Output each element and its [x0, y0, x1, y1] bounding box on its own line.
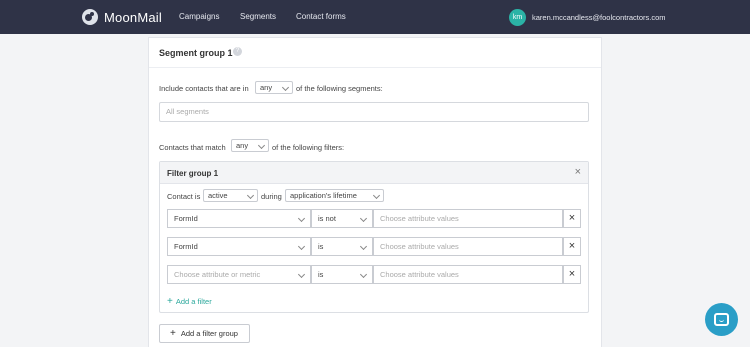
brand-name: MoonMail [104, 9, 162, 25]
operator-select[interactable]: is not [311, 209, 373, 228]
include-suffix: of the following segments: [296, 84, 383, 93]
status-select[interactable]: active [203, 189, 258, 202]
attribute-values-input[interactable]: Choose attribute values [373, 237, 563, 256]
moonmail-logo-icon [82, 9, 98, 25]
remove-filter-button[interactable]: × [563, 237, 581, 256]
chevron-down-icon [257, 141, 266, 150]
chevron-down-icon [246, 191, 255, 200]
operator-select[interactable]: is [311, 265, 373, 284]
chat-bubble-icon [714, 313, 729, 326]
segment-card: Segment group 1 ? Include contacts that … [148, 37, 602, 347]
status-select-value: active [208, 191, 228, 200]
chevron-down-icon [297, 214, 306, 223]
nav-campaigns[interactable]: Campaigns [179, 12, 219, 21]
operator-value: is [318, 242, 324, 251]
chat-launcher-button[interactable] [705, 303, 738, 336]
filter-group: Filter group 1 × Contact is active durin… [159, 161, 589, 313]
contact-is-label: Contact is [167, 192, 201, 201]
attribute-values-input[interactable]: Choose attribute values [373, 209, 563, 228]
brand[interactable]: MoonMail [82, 9, 162, 25]
plus-icon: + [167, 296, 173, 307]
lifetime-select[interactable]: application's lifetime [285, 189, 384, 202]
attribute-value: FormId [174, 214, 198, 223]
include-select-value: any [260, 83, 273, 92]
avatar: km [509, 9, 526, 26]
match-suffix: of the following filters: [272, 143, 345, 152]
segment-title: Segment group 1 [159, 48, 233, 58]
chevron-down-icon [372, 191, 381, 200]
user-menu[interactable]: km karen.mccandless@foolcontractors.com [509, 9, 666, 26]
card-header: Segment group 1 ? [149, 38, 601, 68]
nav-segments[interactable]: Segments [240, 12, 276, 21]
attribute-values-input[interactable]: Choose attribute values [373, 265, 563, 284]
add-filter-link[interactable]: + Add a filter [167, 296, 212, 307]
during-label: during [261, 192, 282, 201]
attribute-select[interactable]: FormId [167, 209, 311, 228]
match-prefix: Contacts that match [159, 143, 226, 152]
operator-value: is not [318, 214, 336, 223]
match-any-select[interactable]: any [231, 139, 269, 152]
chevron-down-icon [359, 242, 368, 251]
include-prefix: Include contacts that are in [159, 84, 249, 93]
close-icon[interactable]: × [575, 166, 581, 178]
chevron-down-icon [281, 83, 290, 92]
add-filter-label: Add a filter [175, 297, 212, 306]
filter-group-header: Filter group 1 × [160, 162, 588, 184]
lifetime-select-value: application's lifetime [290, 191, 357, 200]
segments-input[interactable]: All segments [159, 102, 589, 122]
help-icon[interactable]: ? [233, 47, 242, 56]
plus-icon: + [170, 328, 176, 339]
chevron-down-icon [297, 270, 306, 279]
nav-contact-forms[interactable]: Contact forms [296, 12, 346, 21]
top-navbar: MoonMail Campaigns Segments Contact form… [0, 0, 750, 34]
chevron-down-icon [359, 270, 368, 279]
add-filter-group-label: Add a filter group [180, 329, 238, 338]
attribute-value: FormId [174, 242, 198, 251]
user-email: karen.mccandless@foolcontractors.com [532, 13, 666, 22]
add-filter-group-button[interactable]: + Add a filter group [159, 324, 250, 343]
attribute-select[interactable]: Choose attribute or metric [167, 265, 311, 284]
chevron-down-icon [297, 242, 306, 251]
operator-select[interactable]: is [311, 237, 373, 256]
chevron-down-icon [359, 214, 368, 223]
attribute-select[interactable]: FormId [167, 237, 311, 256]
filter-group-title: Filter group 1 [167, 169, 219, 178]
operator-value: is [318, 270, 324, 279]
remove-filter-button[interactable]: × [563, 265, 581, 284]
include-any-select[interactable]: any [255, 81, 293, 94]
remove-filter-button[interactable]: × [563, 209, 581, 228]
match-select-value: any [236, 141, 249, 150]
attribute-placeholder: Choose attribute or metric [174, 270, 261, 279]
